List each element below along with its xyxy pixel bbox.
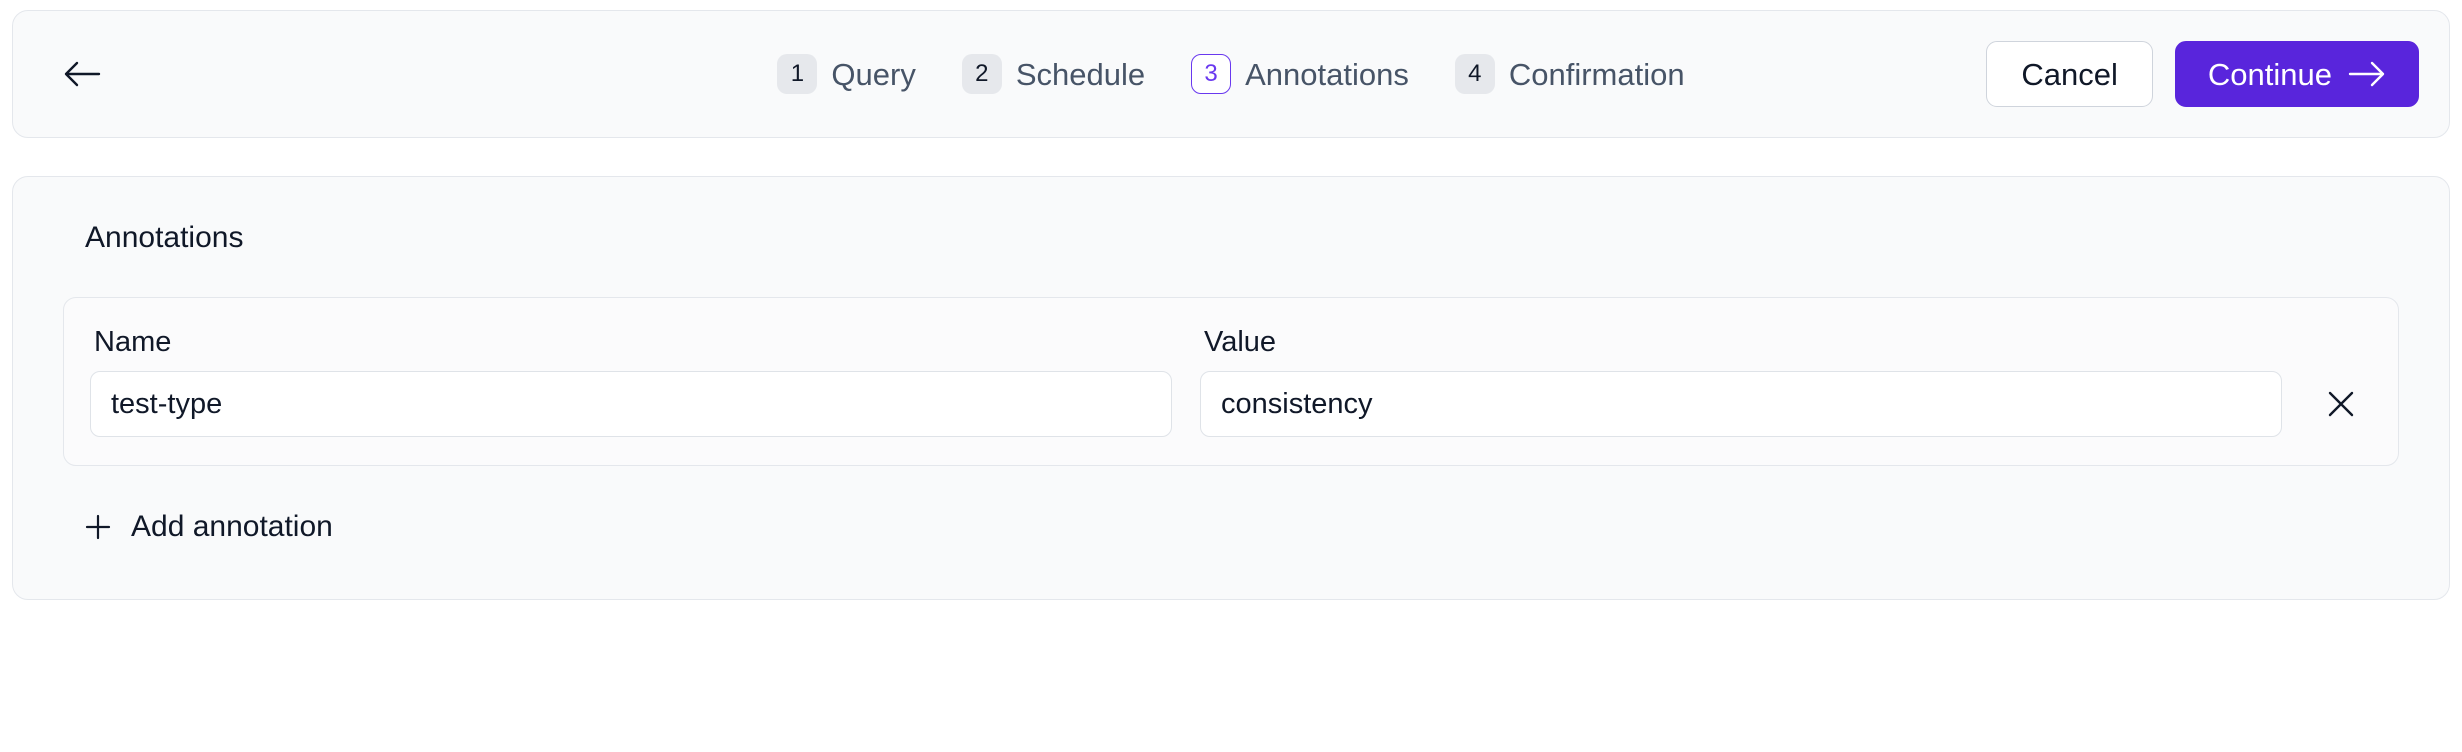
arrow-right-icon (2348, 60, 2386, 88)
step-label-schedule: Schedule (1016, 59, 1145, 90)
annotation-value-field: Value (1200, 328, 2282, 437)
step-label-annotations: Annotations (1245, 59, 1409, 90)
step-label-query: Query (831, 59, 915, 90)
wizard-page: 1 Query 2 Schedule 3 Annotations 4 Confi… (0, 0, 2462, 752)
step-badge-3: 3 (1191, 54, 1231, 94)
continue-button[interactable]: Continue (2175, 41, 2419, 107)
cancel-button[interactable]: Cancel (1986, 41, 2153, 107)
back-button[interactable] (55, 47, 109, 101)
annotation-name-label: Name (90, 328, 1172, 357)
step-label-confirmation: Confirmation (1509, 59, 1685, 90)
annotation-value-input[interactable] (1200, 371, 2282, 437)
annotation-value-label: Value (1200, 328, 2282, 357)
arrow-left-icon (63, 59, 101, 89)
remove-annotation-button[interactable] (2310, 371, 2372, 437)
continue-button-label: Continue (2208, 59, 2332, 90)
cancel-button-label: Cancel (2021, 59, 2118, 90)
plus-icon (83, 512, 113, 542)
wizard-actions: Cancel Continue (1986, 41, 2419, 107)
add-annotation-label: Add annotation (131, 512, 333, 542)
wizard-step-query[interactable]: 1 Query (777, 54, 915, 94)
wizard-step-annotations[interactable]: 3 Annotations (1191, 54, 1409, 94)
close-icon (2326, 389, 2356, 419)
step-badge-2: 2 (962, 54, 1002, 94)
annotation-row: Name Value (63, 297, 2399, 466)
page-title: Annotations (85, 223, 2399, 253)
step-badge-4: 4 (1455, 54, 1495, 94)
wizard-header: 1 Query 2 Schedule 3 Annotations 4 Confi… (12, 10, 2450, 138)
wizard-step-schedule[interactable]: 2 Schedule (962, 54, 1145, 94)
annotations-card: Annotations Name Value (12, 176, 2450, 600)
annotation-name-field: Name (90, 328, 1172, 437)
step-badge-1: 1 (777, 54, 817, 94)
annotation-name-input[interactable] (90, 371, 1172, 437)
wizard-step-confirmation[interactable]: 4 Confirmation (1455, 54, 1685, 94)
add-annotation-button[interactable]: Add annotation (63, 508, 335, 546)
